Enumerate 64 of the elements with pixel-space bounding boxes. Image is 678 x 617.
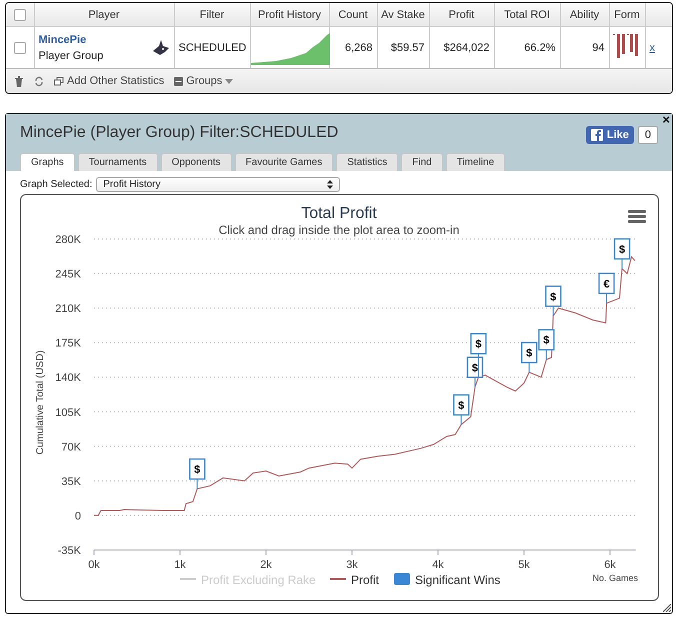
resize-grip-icon[interactable] (663, 604, 671, 612)
tab[interactable]: Find (401, 153, 443, 171)
trash-icon[interactable] (14, 76, 24, 86)
select-all-checkbox[interactable] (14, 8, 26, 20)
tab[interactable]: Timeline (446, 153, 506, 171)
y-tick-label: 70K (61, 441, 81, 454)
groups-dropdown[interactable]: Groups (174, 75, 234, 87)
tab[interactable]: Graphs (20, 153, 75, 171)
windows-icon (54, 76, 64, 86)
legend-item[interactable]: Significant Wins (394, 573, 500, 587)
graph-select-label: Graph Selected: (20, 179, 92, 190)
menu-icon[interactable] (628, 210, 646, 223)
drawer-icon (174, 76, 184, 86)
column-header[interactable]: Form (609, 3, 645, 26)
column-header[interactable]: Total ROI (494, 3, 560, 26)
x-tick-label: 2k (260, 559, 272, 571)
x-tick-label: 6k (604, 559, 616, 571)
legend-label: Significant Wins (415, 573, 500, 587)
x-tick-label: 0k (88, 559, 100, 571)
x-tick-label: 4k (432, 559, 444, 571)
close-button[interactable]: × (662, 112, 670, 127)
dialog-title: MincePie (Player Group) Filter:SCHEDULED (20, 124, 338, 142)
updown-arrows-icon (327, 180, 334, 189)
remove-link[interactable]: x (650, 42, 655, 54)
column-header[interactable]: Ability (560, 3, 609, 26)
tab[interactable]: Tournaments (78, 153, 158, 171)
player-type: Player Group (38, 50, 104, 62)
tab[interactable]: Favourite Games (234, 153, 334, 171)
like-count: 0 (638, 126, 658, 144)
column-header[interactable]: Filter (174, 3, 250, 26)
caret-icon (225, 78, 234, 84)
row-checkbox[interactable] (14, 42, 26, 54)
player-link[interactable]: MincePie (38, 34, 86, 46)
column-header[interactable]: Av Stake (377, 3, 429, 26)
tab[interactable]: Statistics (336, 153, 398, 171)
column-header[interactable]: Player (34, 3, 174, 26)
y-tick-label: 280K (55, 234, 81, 246)
refresh-icon[interactable] (34, 76, 44, 86)
shark-icon (152, 40, 170, 56)
chart-subtitle: Click and drag inside the plot area to zoom-in (218, 223, 460, 237)
y-tick-label: -35K (58, 545, 81, 557)
y-tick-label: 175K (55, 338, 81, 350)
y-tick-label: 140K (55, 372, 81, 384)
x-tick-label: 3k (346, 559, 358, 571)
legend-item[interactable]: Profit (330, 573, 380, 587)
y-axis-title: Cumulative Total (USD) (35, 350, 46, 455)
chart-title: Total Profit (301, 205, 377, 222)
y-tick-label: 105K (55, 406, 81, 419)
x-axis-title: No. Games (592, 573, 638, 583)
y-tick-label: 0 (74, 510, 81, 522)
x-tick-label: 5k (518, 559, 530, 571)
column-header[interactable]: Count (329, 3, 377, 26)
x-tick-label: 1k (174, 559, 186, 571)
y-tick-label: 210K (55, 303, 81, 316)
tab[interactable]: Opponents (160, 153, 232, 171)
column-header[interactable]: Profit (429, 3, 494, 26)
graph-select[interactable]: Profit History (96, 177, 340, 192)
facebook-icon (590, 129, 603, 141)
column-header[interactable]: Profit History (250, 3, 329, 26)
y-tick-label: 35K (61, 476, 81, 488)
y-tick-label: 245K (55, 268, 81, 281)
add-statistics-button[interactable]: Add Other Statistics (54, 75, 164, 87)
legend-label: Profit (351, 573, 380, 587)
like-button[interactable]: Like (586, 126, 634, 144)
